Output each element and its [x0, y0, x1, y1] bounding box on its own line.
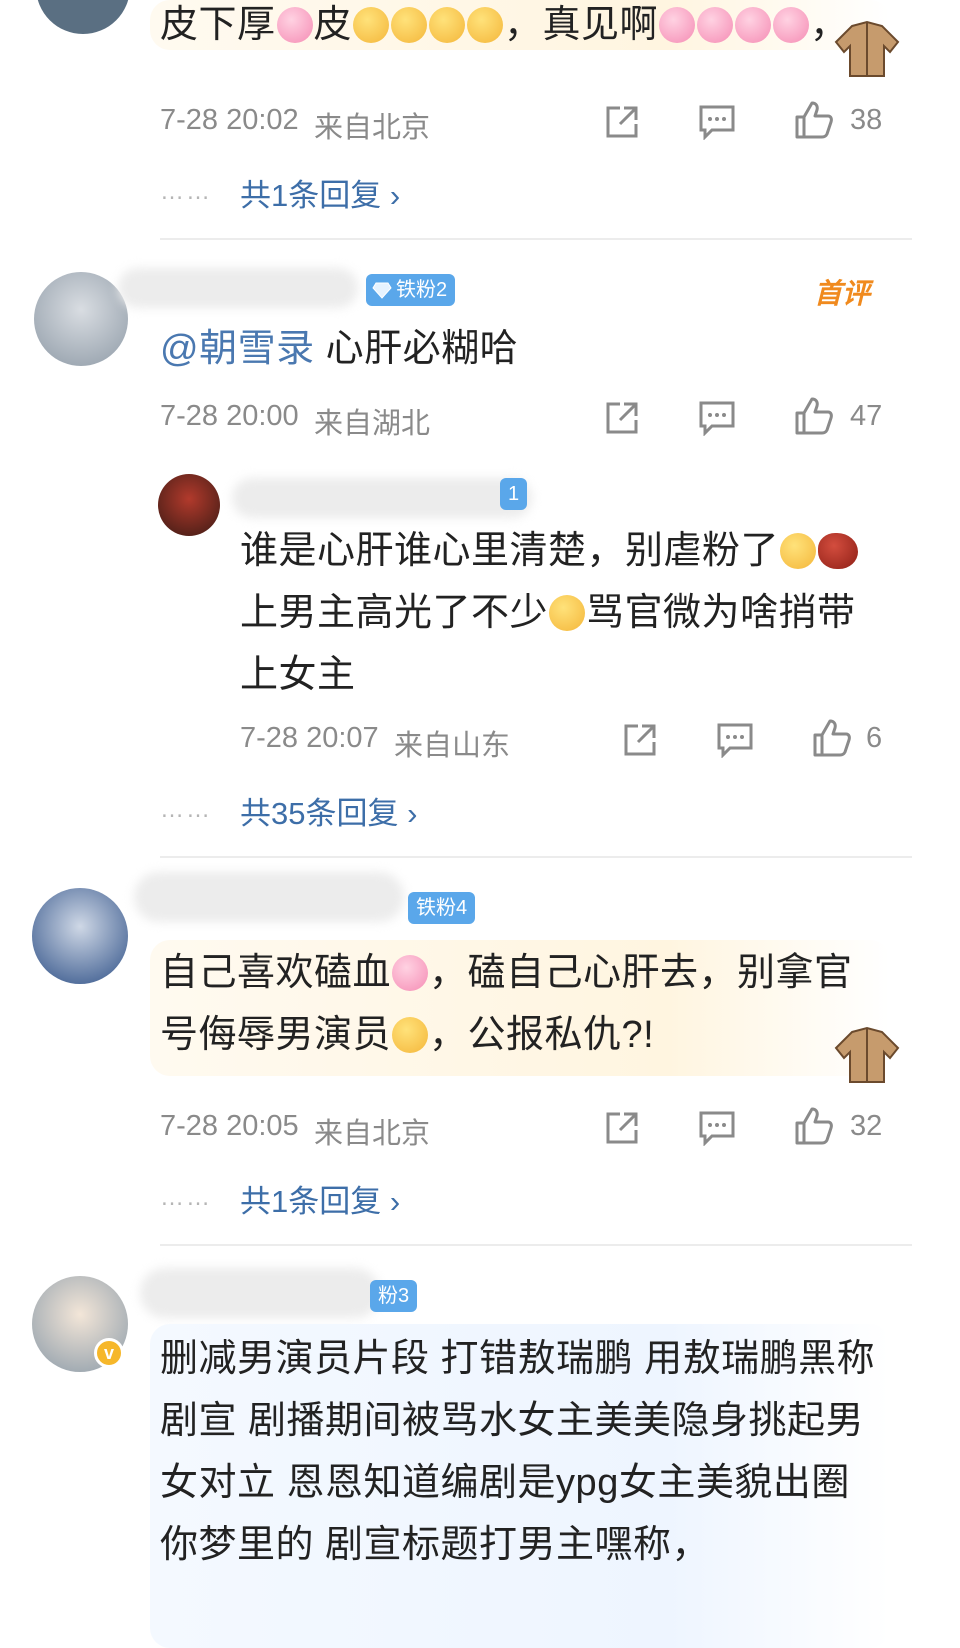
fan-badge: 铁粉4: [408, 892, 476, 924]
divider: [160, 238, 912, 240]
share-icon[interactable]: [604, 104, 640, 140]
jacket-decoration-icon: [834, 1026, 900, 1083]
username-redacted: [232, 478, 532, 518]
hug-emoji-icon: [467, 7, 504, 43]
verified-badge: v: [94, 1338, 124, 1368]
flower-face-emoji-icon: [697, 7, 734, 43]
like-icon[interactable]: [794, 100, 834, 140]
flower-face-emoji-icon: [659, 7, 696, 43]
comment-text: @朝雪录 心肝必糊哈: [160, 328, 519, 370]
comment-text: 皮下厚皮，真见啊，: [160, 4, 849, 46]
comment-icon[interactable]: [698, 400, 736, 436]
diamond-icon: [372, 282, 392, 299]
username-redacted: [140, 1268, 380, 1318]
fan-badge: 粉3: [370, 1280, 418, 1312]
bean-emoji-icon: [818, 533, 859, 569]
username-redacted: [134, 872, 404, 922]
like-count: 6: [866, 722, 883, 754]
like-count: 38: [850, 104, 883, 136]
comment-time: 7-28 20:05: [160, 1110, 299, 1142]
flower-face-emoji-icon: [735, 7, 772, 43]
view-replies-link[interactable]: 共1条回复 ›: [240, 170, 400, 215]
comment-time: 7-28 20:02: [160, 104, 299, 136]
candy-emoji-icon: [392, 955, 429, 991]
like-icon[interactable]: [794, 396, 834, 436]
like-count: 47: [850, 400, 883, 432]
fan-badge: 1: [500, 478, 528, 510]
ellipsis-dots: ……: [160, 1184, 212, 1211]
avatar[interactable]: [36, 0, 130, 34]
mention-link[interactable]: @朝雪录: [160, 328, 315, 370]
avatar[interactable]: [34, 272, 128, 366]
username-redacted: [118, 268, 358, 308]
comment-time: 7-28 20:00: [160, 400, 299, 432]
like-icon[interactable]: [794, 1106, 834, 1146]
thinking-emoji-icon: [549, 595, 586, 631]
hug-emoji-icon: [429, 7, 466, 43]
jacket-decoration-icon: [834, 20, 900, 77]
first-comment-label: 首评: [814, 278, 871, 309]
avatar[interactable]: [32, 888, 128, 984]
share-icon[interactable]: [604, 400, 640, 436]
comment-icon[interactable]: [716, 722, 754, 758]
ellipsis-dots: ……: [160, 796, 212, 823]
reply-location: 来自山东: [394, 730, 511, 762]
comment-location: 来自湖北: [314, 408, 431, 440]
lotus-emoji-icon: [276, 7, 313, 43]
comment-location: 来自北京: [314, 1118, 431, 1150]
view-replies-link[interactable]: 共1条回复 ›: [240, 1176, 400, 1221]
avatar[interactable]: [158, 474, 220, 536]
view-replies-link[interactable]: 共35条回复 ›: [240, 788, 417, 833]
like-icon[interactable]: [812, 718, 852, 758]
comment-location: 来自北京: [314, 112, 431, 144]
hug-emoji-icon: [391, 7, 428, 43]
comment-text: 自己喜欢磕血 ，磕自己心肝去，别拿官 号侮辱男演员 ，公报私仇?!: [160, 952, 853, 1056]
comment-text: 删减男演员片段 打错敖瑞鹏 用敖瑞鹏黑称 剧宣 剧播期间被骂水女主美美隐身挑起男…: [160, 1338, 876, 1566]
comment-icon[interactable]: [698, 1110, 736, 1146]
doge-emoji-icon: [392, 1017, 429, 1053]
divider: [160, 1244, 912, 1246]
share-icon[interactable]: [622, 722, 658, 758]
reply-text: 谁是心肝谁心里清楚，别虐粉了 上男主高光了不少 骂官微为啥捎带 上女主: [240, 520, 880, 706]
divider: [160, 856, 912, 858]
hug-emoji-icon: [353, 7, 390, 43]
grin-emoji-icon: [780, 533, 817, 569]
reply-time: 7-28 20:07: [240, 722, 379, 754]
comment-icon[interactable]: [698, 104, 736, 140]
ellipsis-dots: ……: [160, 178, 212, 205]
share-icon[interactable]: [604, 1110, 640, 1146]
flower-face-emoji-icon: [773, 7, 810, 43]
like-count: 32: [850, 1110, 883, 1142]
